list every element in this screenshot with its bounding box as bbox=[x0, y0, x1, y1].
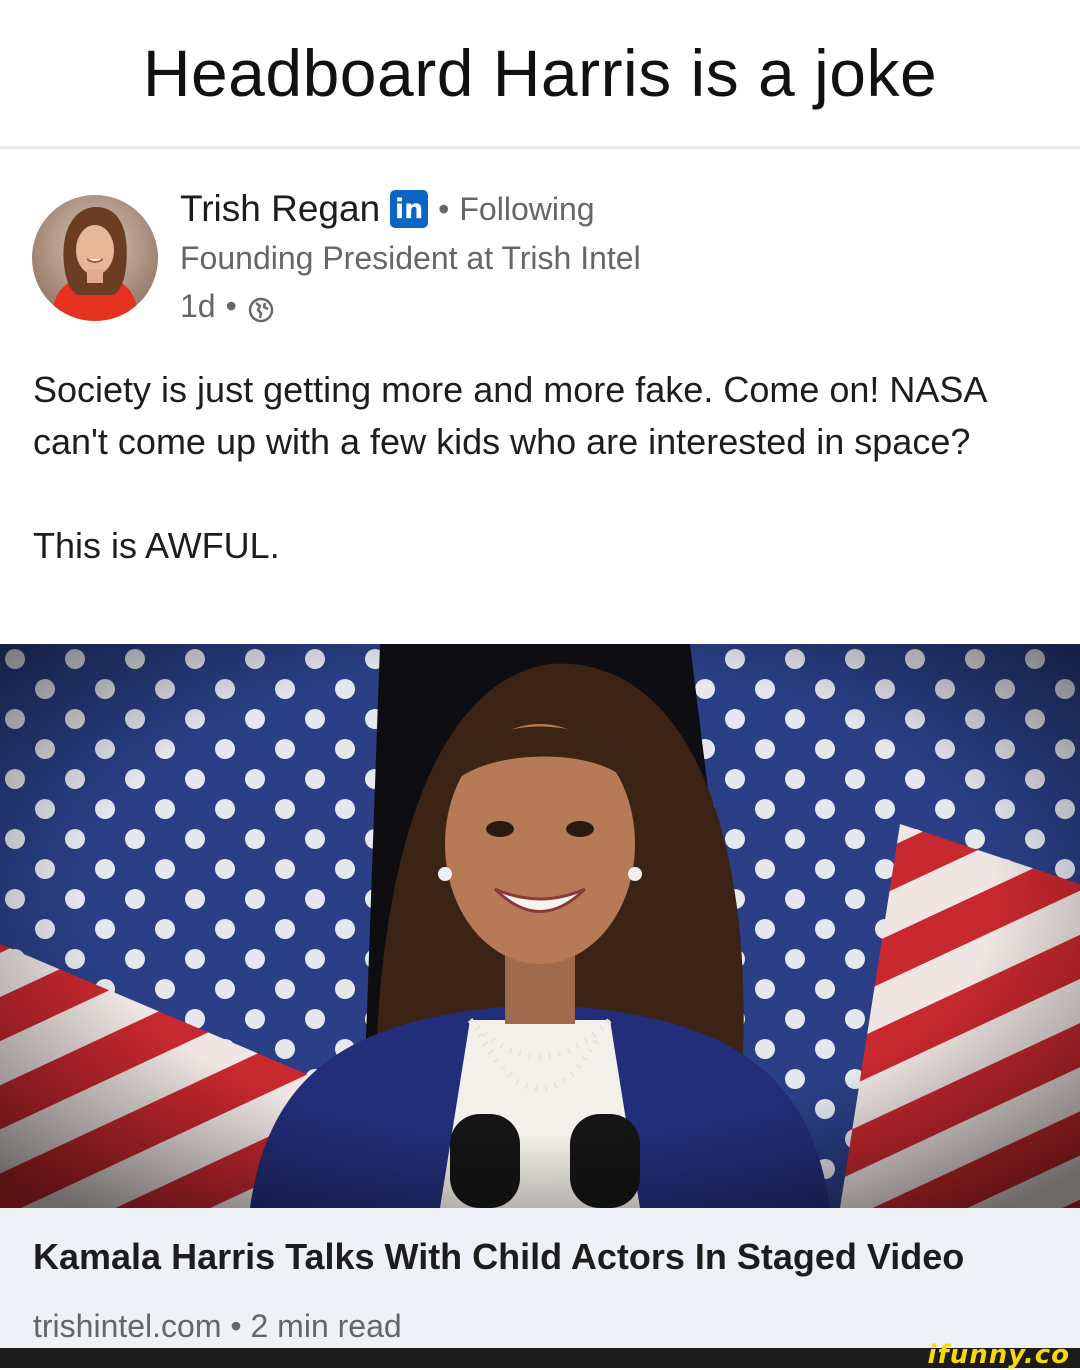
post-text-paragraph: This is AWFUL. bbox=[33, 525, 280, 566]
meta-separator: • bbox=[225, 288, 237, 324]
meme-title: Headboard Harris is a joke bbox=[142, 36, 938, 110]
post-header: Trish Regan in • Following Founding Pres… bbox=[0, 150, 1080, 340]
author-name[interactable]: Trish Regan bbox=[180, 188, 380, 230]
author-line: Trish Regan in • Following bbox=[180, 188, 595, 230]
post-age: 1d bbox=[180, 288, 216, 324]
post-meta: 1d • bbox=[180, 288, 275, 325]
title-divider bbox=[0, 146, 1080, 149]
follow-status[interactable]: Following bbox=[459, 191, 594, 228]
globe-icon bbox=[247, 295, 275, 323]
article-link-card[interactable]: Kamala Harris Talks With Child Actors In… bbox=[0, 1208, 1080, 1368]
watermark-logo: ifunny.co bbox=[927, 1340, 1070, 1370]
article-image[interactable] bbox=[0, 644, 1080, 1208]
bottom-bar bbox=[0, 1348, 1080, 1368]
article-title[interactable]: Kamala Harris Talks With Child Actors In… bbox=[33, 1236, 964, 1278]
post-body: Society is just getting more and more fa… bbox=[33, 364, 1043, 572]
author-headline: Founding President at Trish Intel bbox=[180, 240, 641, 276]
author-avatar[interactable] bbox=[32, 195, 158, 321]
post-text-paragraph: Society is just getting more and more fa… bbox=[33, 369, 986, 462]
article-source: trishintel.com • 2 min read bbox=[33, 1308, 402, 1344]
linkedin-icon: in bbox=[390, 190, 429, 228]
follow-separator: • bbox=[438, 190, 450, 227]
